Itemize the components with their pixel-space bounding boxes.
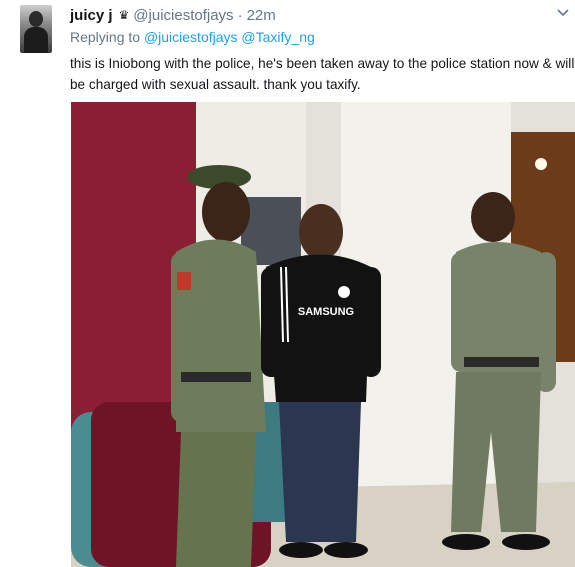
timestamp[interactable]: 22m <box>247 7 276 24</box>
photo-scene: SAMSUNG <box>71 102 575 567</box>
tweet-text: this is Iniobong with the police, he's b… <box>70 56 575 92</box>
avatar[interactable] <box>20 5 52 53</box>
replying-prefix: Replying to <box>70 29 141 45</box>
user-handle[interactable]: @juiciestofjays <box>133 7 233 24</box>
tweet-photo[interactable]: SAMSUNG <box>71 102 575 567</box>
separator-dot: · <box>237 6 243 24</box>
tweet-header: juicy j ♛ @juiciestofjays · 22m <box>70 5 276 25</box>
display-name[interactable]: juicy j <box>70 7 113 24</box>
reply-mention-2[interactable]: @Taxify_ng <box>241 29 314 45</box>
jersey-text: SAMSUNG <box>298 306 354 318</box>
avatar-body <box>24 27 48 53</box>
avatar-face <box>29 11 43 27</box>
tweet: juicy j ♛ @juiciestofjays · 22m Replying… <box>0 0 575 567</box>
replying-to: Replying to @juiciestofjays @Taxify_ng <box>70 29 315 45</box>
chevron-down-icon[interactable] <box>556 6 570 20</box>
reply-mention-1[interactable]: @juiciestofjays <box>144 29 238 45</box>
crown-icon: ♛ <box>118 8 130 22</box>
